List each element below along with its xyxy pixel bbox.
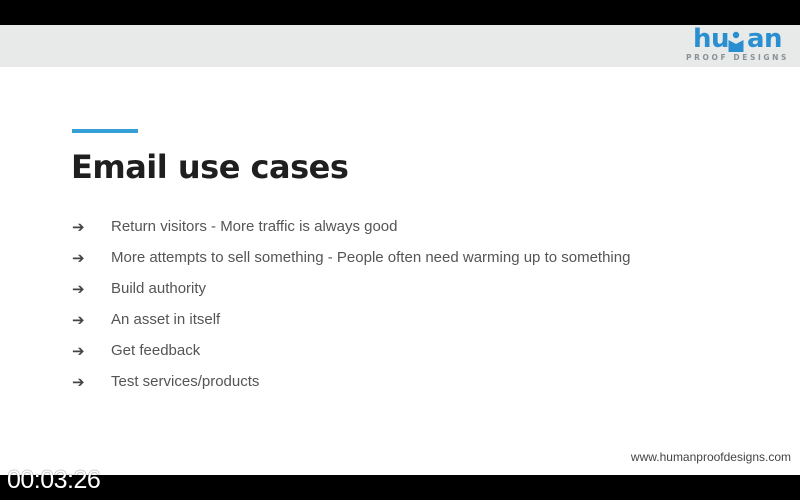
bullet-item: ➔ Build authority	[72, 273, 630, 304]
bullet-item: ➔ Get feedback	[72, 335, 630, 366]
letterbox-top	[0, 0, 800, 25]
title-accent-bar	[72, 129, 138, 133]
bullet-text: Build authority	[111, 280, 207, 297]
bullet-text: Return visitors - More traffic is always…	[111, 218, 398, 235]
person-m-icon	[728, 31, 744, 52]
bullet-item: ➔ Test services/products	[72, 366, 630, 397]
slide: hu an PROOF DESIGNS Email use cases ➔ Ret…	[0, 24, 800, 475]
arrow-right-icon: ➔	[72, 217, 85, 236]
video-timestamp: 00:03:26	[7, 466, 101, 494]
bullet-item: ➔ More attempts to sell something - Peop…	[72, 242, 630, 273]
logo-word-left: hu	[692, 24, 730, 54]
brand-logo: hu an PROOF DESIGNS	[685, 24, 790, 65]
slide-title: Email use cases	[71, 148, 349, 186]
arrow-right-icon: ➔	[72, 372, 85, 391]
logo-subtitle: PROOF DESIGNS	[686, 53, 789, 62]
bullet-list: ➔ Return visitors - More traffic is alwa…	[72, 211, 630, 397]
logo-word-right: an	[746, 24, 783, 54]
arrow-right-icon: ➔	[72, 341, 85, 360]
footer-website-url: www.humanproofdesigns.com	[630, 450, 791, 464]
arrow-right-icon: ➔	[72, 279, 85, 298]
bullet-text: More attempts to sell something - People…	[111, 249, 631, 266]
slide-header-band: hu an PROOF DESIGNS	[0, 24, 800, 67]
bullet-text: Test services/products	[111, 373, 260, 390]
arrow-right-icon: ➔	[72, 310, 85, 329]
bullet-text: Get feedback	[111, 342, 201, 359]
bullet-text: An asset in itself	[111, 311, 221, 328]
arrow-right-icon: ➔	[72, 248, 85, 267]
bullet-item: ➔ Return visitors - More traffic is alwa…	[72, 211, 630, 242]
letterbox-bottom	[0, 475, 800, 500]
bullet-item: ➔ An asset in itself	[72, 304, 630, 335]
